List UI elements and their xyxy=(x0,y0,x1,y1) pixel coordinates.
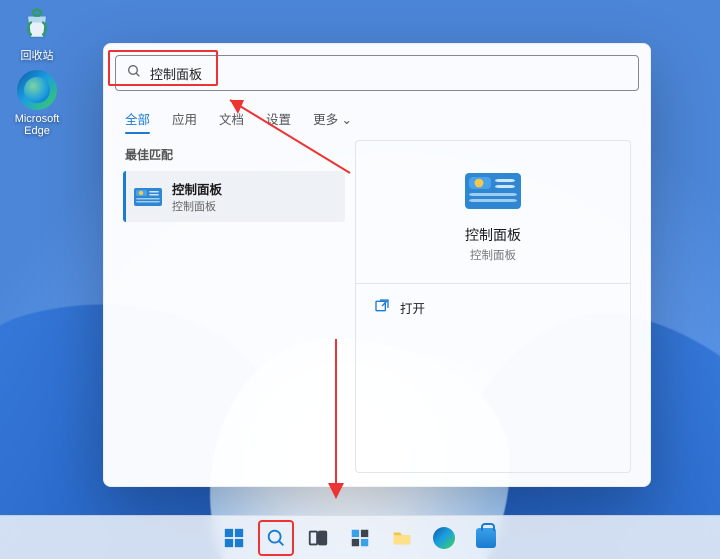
results-column: 最佳匹配 控制面板 控制面板 xyxy=(123,140,345,473)
taskbar-store-button[interactable] xyxy=(469,521,503,555)
control-panel-icon xyxy=(465,167,521,215)
section-header-best-match: 最佳匹配 xyxy=(125,146,343,163)
result-control-panel[interactable]: 控制面板 控制面板 xyxy=(123,171,345,222)
taskbar xyxy=(0,515,720,559)
taskbar-widgets-button[interactable] xyxy=(343,521,377,555)
search-icon xyxy=(265,527,287,549)
preview-title: 控制面板 xyxy=(372,225,614,245)
tab-more[interactable]: 更多 xyxy=(313,103,352,134)
taskview-icon xyxy=(307,527,329,549)
desktop-icon-recycle-bin[interactable]: 回收站 xyxy=(6,4,68,63)
open-icon xyxy=(374,298,390,317)
taskbar-edge-button[interactable] xyxy=(427,521,461,555)
search-tabs: 全部 应用 文档 设置 更多 xyxy=(103,97,651,134)
divider xyxy=(356,283,630,284)
preview-subtitle: 控制面板 xyxy=(372,247,614,263)
action-open-label: 打开 xyxy=(400,298,425,317)
widgets-icon xyxy=(349,527,371,549)
taskbar-search-button[interactable] xyxy=(259,521,293,555)
taskbar-start-button[interactable] xyxy=(217,521,251,555)
tab-docs[interactable]: 文档 xyxy=(219,103,244,134)
result-subtitle: 控制面板 xyxy=(172,198,222,214)
tab-apps[interactable]: 应用 xyxy=(172,103,197,134)
action-open[interactable]: 打开 xyxy=(372,290,614,325)
preview-pane: 控制面板 控制面板 打开 xyxy=(355,140,631,473)
recycle-bin-icon xyxy=(17,4,57,44)
desktop-icon-label: Microsoft Edge xyxy=(6,113,68,137)
folder-icon xyxy=(391,527,413,549)
taskbar-explorer-button[interactable] xyxy=(385,521,419,555)
tab-settings[interactable]: 设置 xyxy=(266,103,291,134)
control-panel-icon xyxy=(134,186,162,208)
search-input[interactable] xyxy=(150,66,628,81)
store-icon xyxy=(476,528,496,548)
desktop: 回收站 Microsoft Edge 全部 应用 文档 设置 更多 最佳匹配 xyxy=(0,0,720,559)
desktop-icon-edge[interactable]: Microsoft Edge xyxy=(6,70,68,137)
search-box[interactable] xyxy=(115,55,639,91)
search-panel: 全部 应用 文档 设置 更多 最佳匹配 控制面板 控制面板 xyxy=(103,43,651,487)
desktop-icon-label: 回收站 xyxy=(6,47,68,63)
edge-icon xyxy=(17,70,57,110)
tab-all[interactable]: 全部 xyxy=(125,103,150,134)
windows-logo-icon xyxy=(223,527,245,549)
taskbar-taskview-button[interactable] xyxy=(301,521,335,555)
search-icon xyxy=(126,63,142,84)
result-title: 控制面板 xyxy=(172,179,222,198)
edge-icon xyxy=(433,527,455,549)
